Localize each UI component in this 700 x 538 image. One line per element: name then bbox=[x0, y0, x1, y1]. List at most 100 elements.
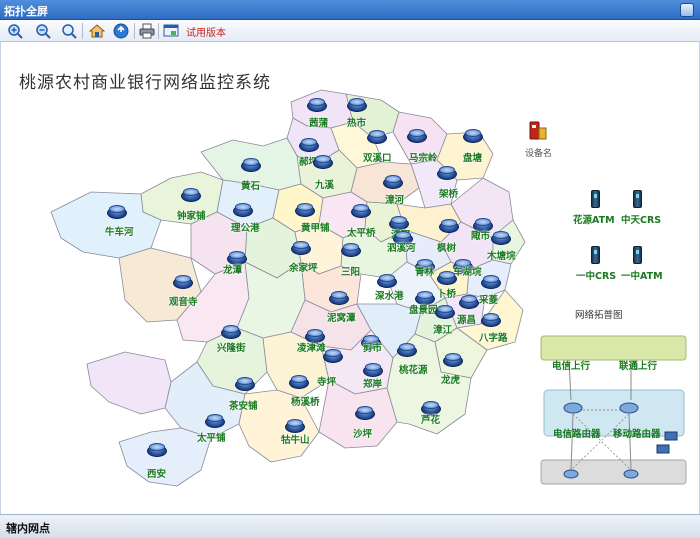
router-node-icon[interactable] bbox=[173, 274, 193, 290]
router-node-icon[interactable] bbox=[313, 154, 333, 170]
router-node-icon[interactable] bbox=[435, 304, 455, 320]
router-node-icon[interactable] bbox=[307, 97, 327, 113]
branch-node-label[interactable]: 沙坪 bbox=[353, 426, 372, 440]
router-node-icon[interactable] bbox=[459, 294, 479, 310]
router-node-icon[interactable] bbox=[299, 137, 319, 153]
topology-canvas[interactable]: 桃源农村商业银行网络监控系统 设备名 网络拓普图 电信上行 联通上行 电信路由器… bbox=[0, 42, 700, 514]
router-node-icon[interactable] bbox=[439, 218, 459, 234]
router-node-icon[interactable] bbox=[329, 290, 349, 306]
router-node-icon[interactable] bbox=[107, 204, 127, 220]
router-node-icon[interactable] bbox=[341, 242, 361, 258]
router-node-icon[interactable] bbox=[367, 129, 387, 145]
branch-node-label[interactable]: 龙虎 bbox=[441, 372, 460, 386]
branch-node-label[interactable]: 车湖垸 bbox=[453, 264, 482, 278]
branch-node-label[interactable]: 热市 bbox=[347, 115, 366, 129]
router-node-icon[interactable] bbox=[481, 274, 501, 290]
branch-node-label[interactable]: 青林 bbox=[415, 264, 434, 278]
branch-node-label[interactable]: 钟家铺 bbox=[177, 208, 206, 222]
crs-icon[interactable] bbox=[633, 190, 642, 208]
router-node-icon[interactable] bbox=[377, 273, 397, 289]
router-node-icon[interactable] bbox=[437, 165, 457, 181]
branch-node-label[interactable]: 架桥 bbox=[439, 186, 458, 200]
zoom-fit-button[interactable] bbox=[60, 22, 78, 40]
branch-node-label[interactable]: 茶安铺 bbox=[229, 398, 258, 412]
router-node-icon[interactable] bbox=[235, 376, 255, 392]
branch-node-label[interactable]: 茜蒲 bbox=[309, 115, 328, 129]
branch-node-label[interactable]: 太平铺 bbox=[197, 430, 226, 444]
branch-node-label[interactable]: 马宗岭 bbox=[409, 150, 438, 164]
export-button[interactable] bbox=[162, 22, 180, 40]
branch-node-label[interactable]: 芦花 bbox=[421, 412, 440, 426]
branch-node-label[interactable]: 盘景园 bbox=[409, 302, 438, 316]
branch-node-label[interactable]: 理公港 bbox=[231, 220, 260, 234]
branch-node-label[interactable]: 卜桥 bbox=[437, 286, 456, 300]
branch-node-label[interactable]: 兴隆街 bbox=[217, 340, 246, 354]
router-node-icon[interactable] bbox=[241, 157, 261, 173]
router-node-icon[interactable] bbox=[205, 413, 225, 429]
router-node-icon[interactable] bbox=[491, 230, 511, 246]
router-node-icon[interactable] bbox=[407, 128, 427, 144]
branch-node-label[interactable]: 牯牛山 bbox=[281, 432, 310, 446]
branch-node-label[interactable]: 龙潭 bbox=[223, 262, 242, 276]
router-node-icon[interactable] bbox=[289, 374, 309, 390]
router-node-icon[interactable] bbox=[351, 203, 371, 219]
router-node-icon[interactable] bbox=[233, 202, 253, 218]
router-node-icon[interactable] bbox=[443, 352, 463, 368]
router-node-icon[interactable] bbox=[323, 348, 343, 364]
zoom-in-button[interactable] bbox=[6, 22, 24, 40]
router-node-icon[interactable] bbox=[481, 312, 501, 328]
print-icon bbox=[139, 23, 155, 39]
branch-node-label[interactable]: 剪市 bbox=[363, 340, 382, 354]
branch-node-label[interactable]: 枫树 bbox=[437, 240, 456, 254]
print-button[interactable] bbox=[138, 22, 156, 40]
branch-node-label[interactable]: 黄甲铺 bbox=[301, 220, 330, 234]
branch-node-label[interactable]: 木塘垸 bbox=[487, 248, 516, 262]
branch-node-label[interactable]: 泥窝潭 bbox=[327, 310, 356, 324]
branch-node-label[interactable]: 观音寺 bbox=[169, 294, 198, 308]
refresh-icon bbox=[113, 23, 129, 39]
router-node-icon[interactable] bbox=[347, 97, 367, 113]
router-node-icon[interactable] bbox=[383, 174, 403, 190]
branch-node-label[interactable]: 八字路 bbox=[479, 330, 508, 344]
zoom-out-button[interactable] bbox=[34, 22, 52, 40]
atm-icon[interactable] bbox=[591, 190, 600, 208]
router-node-icon[interactable] bbox=[221, 324, 241, 340]
legend-device-label: 一中CRS bbox=[576, 271, 617, 282]
router-node-icon[interactable] bbox=[291, 240, 311, 256]
branch-node-label[interactable]: 桃花源 bbox=[399, 362, 428, 376]
router-node-icon[interactable] bbox=[355, 405, 375, 421]
branch-node-label[interactable]: 泗溪河 bbox=[387, 240, 416, 254]
router-node-icon[interactable] bbox=[437, 270, 457, 286]
branch-node-label[interactable]: 牛车河 bbox=[105, 224, 134, 238]
statusbar-text: 辖内网点 bbox=[6, 522, 50, 535]
branch-node-label[interactable]: 源昌 bbox=[457, 312, 476, 326]
atm-icon[interactable] bbox=[633, 246, 642, 264]
branch-node-label[interactable]: 采菱 bbox=[479, 292, 498, 306]
branch-node-label[interactable]: 陬市 bbox=[471, 228, 490, 242]
toolbar-separator bbox=[82, 23, 83, 39]
branch-node-label[interactable]: 盘塘 bbox=[463, 150, 482, 164]
branch-node-label[interactable]: 九溪 bbox=[315, 177, 334, 191]
branch-node-label[interactable]: 黄石 bbox=[241, 178, 260, 192]
branch-node-label[interactable]: 深水港 bbox=[375, 288, 404, 302]
branch-node-label[interactable]: 漳河 bbox=[385, 192, 404, 206]
branch-node-label[interactable]: 西安 bbox=[147, 466, 166, 480]
branch-node-label[interactable]: 杨溪桥 bbox=[291, 394, 320, 408]
branch-node-label[interactable]: 凌津滩 bbox=[297, 340, 326, 354]
router-node-icon[interactable] bbox=[295, 202, 315, 218]
branch-node-label[interactable]: 寺坪 bbox=[317, 374, 336, 388]
router-node-icon[interactable] bbox=[463, 128, 483, 144]
home-button[interactable] bbox=[88, 22, 106, 40]
branch-node-label[interactable]: 太平桥 bbox=[347, 225, 376, 239]
refresh-button[interactable] bbox=[112, 22, 130, 40]
branch-node-label[interactable]: 余家坪 bbox=[289, 260, 318, 274]
branch-node-label[interactable]: 郑岸 bbox=[363, 376, 382, 390]
branch-node-label[interactable]: 漳江 bbox=[433, 322, 452, 336]
branch-node-label[interactable]: 双溪口 bbox=[363, 150, 392, 164]
zoom-fit-icon bbox=[62, 24, 77, 39]
router-node-icon[interactable] bbox=[397, 342, 417, 358]
branch-node-label[interactable]: 三阳 bbox=[341, 264, 360, 278]
crs-icon[interactable] bbox=[591, 246, 600, 264]
router-node-icon[interactable] bbox=[181, 187, 201, 203]
router-node-icon[interactable] bbox=[147, 442, 167, 458]
